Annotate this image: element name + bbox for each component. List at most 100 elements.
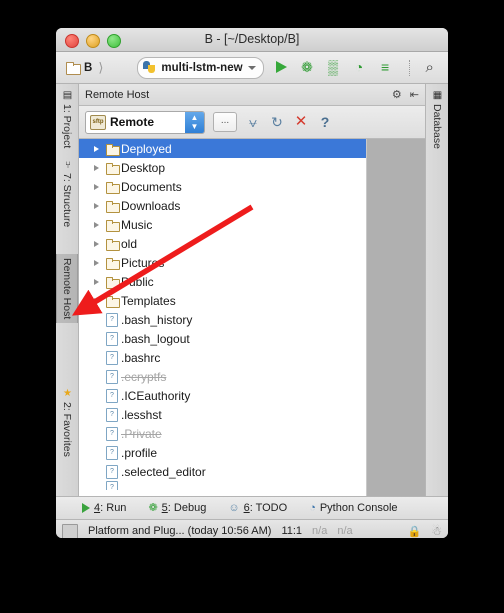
tree-row-label: .bashrc	[121, 350, 161, 365]
tree-row[interactable]: ? .bash_history	[79, 310, 366, 329]
coverage-icon[interactable]: ▒	[325, 59, 342, 76]
tree-row[interactable]: ? .ecryptfs	[79, 367, 366, 386]
sidebar-item-label: Remote Host	[61, 258, 73, 320]
lock-icon[interactable]: 🔒	[408, 525, 422, 538]
file-icon: ?	[103, 388, 121, 403]
close-window-button[interactable]	[65, 34, 79, 48]
tree-row-label: .lesshst	[121, 407, 162, 422]
sftp-icon: sftp	[90, 114, 106, 130]
database-icon: ▦	[432, 90, 443, 101]
tree-and-editor: Deployed Desktop Documents Downloads Music ol…	[79, 139, 425, 496]
panel-header: Remote Host ⚙ ⇤	[79, 84, 425, 106]
status-field-encoding[interactable]: n/a	[312, 525, 327, 537]
sync-icon[interactable]: ↻	[269, 114, 285, 130]
file-icon: ?	[103, 350, 121, 365]
left-tool-window-strip: ▤ 1: Project ⑂ 7: Structure Remote Host …	[56, 84, 79, 496]
minimize-window-button[interactable]	[86, 34, 100, 48]
tree-row[interactable]: Deployed	[79, 139, 366, 158]
empty-editor-area	[367, 139, 425, 496]
hide-panel-icon[interactable]: ⇤	[410, 88, 419, 101]
run-configuration-selector[interactable]: multi-lstm-new	[137, 56, 264, 79]
debug-icon[interactable]: ❁	[299, 59, 316, 76]
sidebar-item-project[interactable]: ▤ 1: Project	[56, 86, 78, 152]
toggle-sidebar-icon[interactable]	[62, 523, 78, 538]
right-tool-window-strip: ▦ Database	[425, 84, 448, 496]
sidebar-item-database[interactable]: ▦ Database	[426, 86, 448, 153]
sidebar-item-label: 2: Favorites	[61, 402, 73, 457]
tree-row[interactable]: ? .bash_logout	[79, 329, 366, 348]
expand-triangle-icon[interactable]	[89, 221, 103, 228]
main-toolbar: B ⟩ multi-lstm-new ❁ ▒ ◔ ≡ ⌕	[56, 52, 448, 84]
folder-icon	[103, 295, 121, 308]
tree-row-label: Public	[121, 274, 154, 289]
compare-icon[interactable]: ⩝	[245, 114, 261, 130]
expand-triangle-icon[interactable]	[89, 183, 103, 190]
remote-host-panel: Remote Host ⚙ ⇤ sftp Remote ▲ ▼ ... ⩝ ↻ ✕…	[79, 84, 425, 496]
sidebar-item-structure[interactable]: ⑂ 7: Structure	[56, 156, 78, 231]
tool-window-todo-number: 6	[243, 502, 250, 514]
project-icon: ▤	[62, 90, 73, 101]
status-field-line-separator[interactable]: n/a	[337, 525, 352, 537]
expand-triangle-icon[interactable]	[89, 240, 103, 247]
tree-row-label: Music	[121, 217, 153, 232]
sidebar-item-favorites[interactable]: ★ 2: Favorites	[56, 384, 78, 461]
tree-row[interactable]: ? .ICEauthority	[79, 386, 366, 405]
tree-row[interactable]: old	[79, 234, 366, 253]
expand-triangle-icon[interactable]	[89, 259, 103, 266]
stepper-arrows-icon[interactable]: ▲ ▼	[185, 111, 204, 133]
remote-file-tree[interactable]: Deployed Desktop Documents Downloads Music ol…	[79, 139, 367, 496]
run-icon[interactable]	[273, 59, 290, 76]
tree-row[interactable]: Documents	[79, 177, 366, 196]
help-icon[interactable]: ?	[317, 114, 333, 130]
expand-triangle-icon[interactable]	[89, 278, 103, 285]
trash-icon[interactable]: ☃	[431, 524, 442, 538]
gear-icon[interactable]: ⚙	[392, 88, 402, 101]
folder-icon	[103, 219, 121, 232]
attach-icon[interactable]: ≡	[377, 59, 394, 76]
tree-row[interactable]: Downloads	[79, 196, 366, 215]
tree-row-label: .bash_logout	[121, 331, 190, 346]
tree-row[interactable]: Desktop	[79, 158, 366, 177]
expand-triangle-icon[interactable]	[89, 297, 103, 304]
expand-triangle-icon[interactable]	[89, 164, 103, 171]
tree-row-label: Desktop	[121, 160, 166, 175]
sidebar-item-remote-host[interactable]: Remote Host	[56, 254, 78, 324]
maximize-window-button[interactable]	[107, 34, 121, 48]
browse-button[interactable]: ...	[213, 112, 237, 132]
tool-window-python-console[interactable]: ◔ Python Console	[309, 502, 397, 514]
expand-triangle-icon[interactable]	[89, 145, 103, 152]
caret-position[interactable]: 11:1	[281, 525, 302, 537]
tree-row[interactable]: Templates	[79, 291, 366, 310]
tree-row-label: .profile	[121, 445, 158, 460]
tree-row-label: .ICEauthority	[121, 388, 191, 403]
panel-title: Remote Host	[85, 88, 150, 101]
profile-icon[interactable]: ◔	[351, 59, 368, 76]
tree-row-partial[interactable]: ?	[79, 481, 366, 490]
status-message[interactable]: Platform and Plug... (today 10:56 AM)	[88, 525, 271, 537]
tree-row[interactable]: Music	[79, 215, 366, 234]
tree-row[interactable]: ? .selected_editor	[79, 462, 366, 481]
folder-icon	[103, 200, 121, 213]
tree-row[interactable]: ? .Private	[79, 424, 366, 443]
tree-row-label: Pictures	[121, 255, 165, 270]
file-icon: ?	[103, 445, 121, 460]
tool-window-todo-label: TODO	[255, 502, 288, 514]
tree-row[interactable]: ? .profile	[79, 443, 366, 462]
disconnect-icon[interactable]: ✕	[293, 114, 309, 130]
expand-triangle-icon[interactable]	[89, 202, 103, 209]
tree-row[interactable]: Pictures	[79, 253, 366, 272]
tool-window-run[interactable]: 4: Run	[82, 502, 126, 514]
sidebar-item-label: Database	[431, 104, 443, 149]
tool-window-todo[interactable]: ☺ 6: TODO	[228, 502, 287, 514]
tree-row[interactable]: ? .lesshst	[79, 405, 366, 424]
file-icon: ?	[103, 331, 121, 346]
server-selector[interactable]: sftp Remote ▲ ▼	[85, 110, 205, 134]
tree-row-label: .ecryptfs	[121, 369, 167, 384]
folder-icon	[103, 276, 121, 289]
tool-window-debug[interactable]: ❁ 5: Debug	[148, 502, 206, 514]
search-everywhere-icon[interactable]: ⌕	[426, 59, 434, 76]
tree-row[interactable]: ? .bashrc	[79, 348, 366, 367]
tool-window-debug-number: 5	[161, 502, 168, 514]
tree-row[interactable]: Public	[79, 272, 366, 291]
breadcrumb[interactable]: B ⟩	[66, 60, 103, 76]
